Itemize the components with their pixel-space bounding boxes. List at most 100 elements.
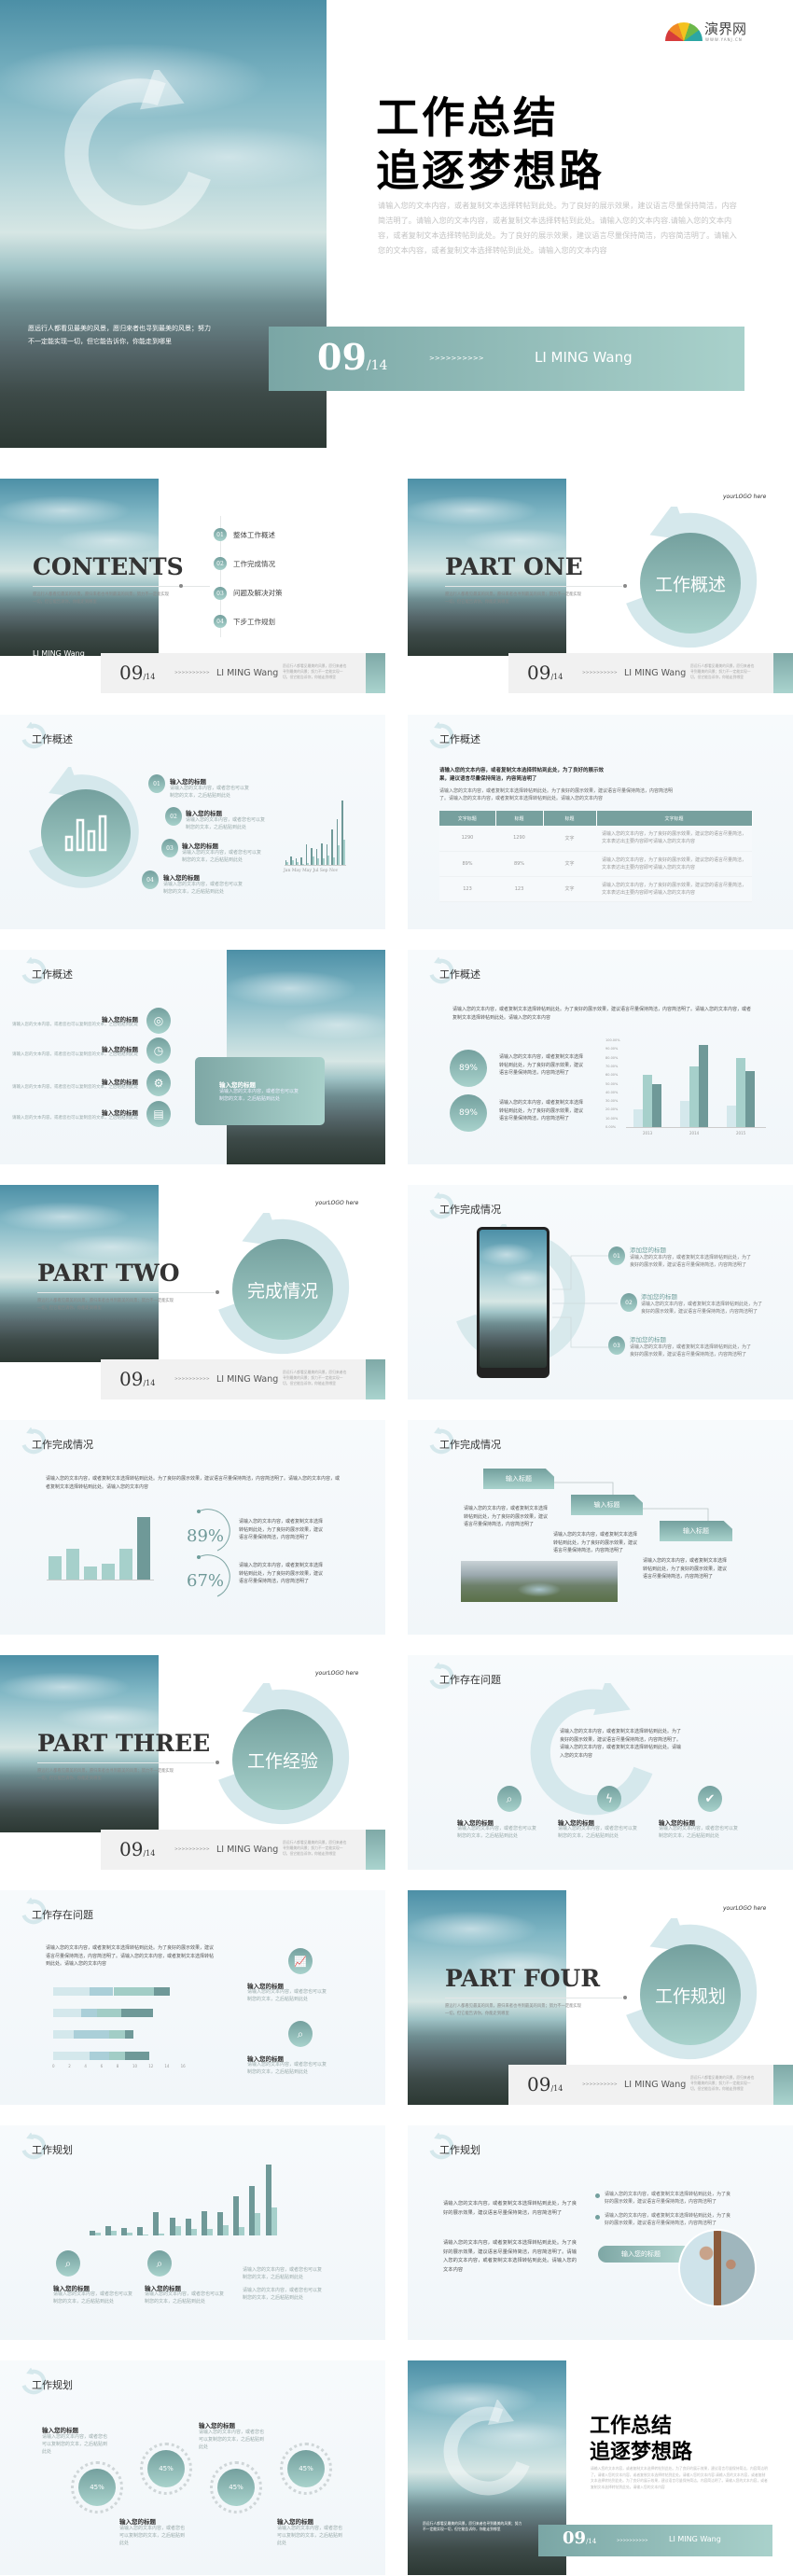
problems-slide-2: 工作存在问题 请输入您的文本内容，或者复制文本选择转帖到此处。为了良好的展示效果…	[0, 1890, 385, 2105]
check-icon: ✔	[698, 1786, 722, 1812]
bar	[736, 1057, 745, 1127]
slide-title: 工作完成情况	[439, 1439, 501, 1451]
user-search-icon: ⌕	[56, 2250, 80, 2277]
section-slide-part-four: yourLOGO here 工作规划 PART FOUR 愿远行人都看见最美的风…	[408, 1890, 793, 2105]
section-circle: 工作规划	[640, 1944, 741, 2045]
slide-title: 工作规划	[439, 2144, 480, 2156]
completion-slide-2: 工作完成情况 请输入您的文本内容，或者复制文本选择转帖到此处。为了良好的展示效果…	[0, 1420, 385, 1635]
bar-light	[239, 2226, 245, 2235]
bar-segment	[113, 1987, 154, 1996]
connector-lines	[552, 1255, 618, 1348]
footer-band: 09/14 >>>>>>>>>> LI MING Wang 愿远行人都看见最美的风景，…	[101, 653, 385, 693]
slide-title: 工作规划	[32, 2379, 73, 2391]
slide-title: 工作完成情况	[32, 1439, 93, 1451]
bar-light	[159, 2233, 165, 2235]
divider-dot	[179, 584, 183, 588]
x-tick-label: 2	[68, 2064, 71, 2068]
bar-light	[317, 858, 320, 865]
contents-slide: CONTENTS 愿远行人都看见最美的风景，愿归来者也寻到最美的风景；努力不一定…	[0, 479, 385, 693]
section-circle: 完成情况	[232, 1239, 333, 1340]
flow-step[interactable]: 输入标题	[571, 1495, 643, 1515]
divider-dot	[216, 1290, 219, 1294]
footer-band: 09/14 >>>>>>>>>> LI MING Wang 愿远行人都看见最美的风景，…	[508, 653, 793, 693]
slide-title: 工作概述	[32, 968, 73, 981]
overview-slide-1: 工作概述 01 输入您的标题 请输入您的文本内容，或者您也可以复制您的文本，之后粘贴…	[0, 715, 385, 929]
y-tick-label: 40.00%	[605, 1090, 619, 1094]
body-text: 请输入您的文本内容，或者复制文本选择转帖到此处。为了良好的展示效果，建议语言尽量…	[452, 1007, 752, 1021]
bar-segment	[109, 2030, 126, 2039]
percent-circle: 45%	[217, 2469, 255, 2506]
bar-light	[127, 2232, 133, 2235]
x-tick-label: 10	[132, 2064, 138, 2068]
flow-step[interactable]: 输入标题	[483, 1469, 554, 1489]
section-title: PART TWO	[37, 1260, 180, 1287]
bar-light	[255, 2213, 261, 2235]
slide-title: 工作存在问题	[439, 1674, 501, 1686]
bar	[643, 1075, 652, 1127]
bar-light	[307, 863, 310, 865]
author-name: LI MING Wang	[33, 649, 85, 658]
closing-title-2: 追逐梦想路	[590, 2441, 693, 2464]
bar-chart	[88, 2163, 280, 2235]
percent-circle: 45%	[287, 2450, 325, 2487]
overview-slide-2: 工作概述 请输入您的文本内容，或者复制文本选择转帖到此处，为了良好的展示效果，建…	[408, 715, 793, 929]
completion-slide-3: 工作完成情况 输入标题 输入标题 输入标题 请输入您的文本内容，或者复制文本选择…	[408, 1420, 793, 1635]
bar-light	[297, 862, 299, 865]
x-tick-label: 0	[52, 2064, 55, 2068]
y-tick-label: 20.00%	[605, 1107, 619, 1112]
y-tick-label: 0.00%	[605, 1125, 617, 1129]
bullet	[595, 2193, 600, 2198]
grouped-bar-chart: 0.00% 10.00% 20.00% 30.00% 40.00% 50.00% 60.00…	[605, 1038, 766, 1138]
bar-light	[271, 2207, 277, 2235]
bar-segment	[53, 2030, 74, 2039]
user-search-icon: ⌕	[147, 2250, 172, 2277]
quote: 愿远行人都看见最美的风景，愿归来者也寻到最美的风景；努力不一定能实现一切，但它能…	[445, 592, 582, 605]
phone-screen	[480, 1230, 547, 1368]
bar-segment	[97, 2009, 122, 2017]
search-icon: ⌕	[497, 1786, 522, 1812]
percent-value: 67%	[187, 1571, 225, 1591]
x-tick-label: 6	[100, 2064, 104, 2068]
refresh-arrow-icon	[61, 70, 219, 238]
section-circle: 工作概述	[640, 533, 741, 634]
divider-dot	[216, 1761, 219, 1764]
bar-light	[94, 2232, 101, 2235]
bar	[49, 1556, 62, 1580]
bar-dark	[153, 2212, 160, 2235]
quote: 愿远行人都看见最美的风景，愿归来者也寻到最美的风景；努力不一定能实现一切，但它能…	[33, 592, 170, 605]
bar-light	[322, 858, 325, 865]
bar-segment	[53, 2052, 90, 2060]
bar-segment	[121, 2009, 154, 2017]
lightning-icon: ϟ	[597, 1786, 621, 1812]
bar-light	[223, 2224, 230, 2235]
bar	[689, 1065, 699, 1127]
bar-segment	[153, 1987, 170, 1996]
bar-light	[110, 2230, 117, 2235]
cover-slide: 愿远行人都看见最美的风景，愿归来者也寻到最美的风景；努力不一定能实现一切，但它能…	[0, 0, 793, 448]
title-pill[interactable]: 输入您的标题	[598, 2246, 691, 2263]
bar-light	[190, 2228, 197, 2235]
bar-light	[174, 2225, 181, 2235]
bar-segment	[125, 2030, 133, 2039]
growth-chart-icon: 📈	[288, 1948, 313, 1974]
bar-light	[301, 864, 304, 865]
lead-text: 请输入您的文本内容，或者复制文本选择转帖到此处，为了良好的展示效果，建议语言尽量…	[439, 768, 605, 782]
section-title: PART FOUR	[445, 1965, 601, 1992]
bar	[727, 1105, 736, 1127]
overview-slide-4: 工作概述 请输入您的文本内容，或者复制文本选择转帖到此处。为了良好的展示效果，建…	[408, 950, 793, 1164]
data-table: 文字标题 标题 标题 文字标题 1290 1290 文字 请输入您的文本内容，为了良好的展示…	[439, 811, 753, 902]
cover-band: 09/14 >>>>>>>>>> LI MING Wang	[269, 327, 744, 391]
bar	[699, 1044, 708, 1127]
bar-segment	[73, 2030, 110, 2039]
section-title: PART THREE	[37, 1730, 211, 1757]
cover-quote: 愿远行人都看见最美的风景，愿归来者也寻到最美的风景；努力不一定能实现一切，但它能…	[28, 325, 211, 345]
x-tick-label: 2013	[643, 1131, 653, 1135]
flow-step[interactable]: 输入标题	[660, 1521, 732, 1541]
cover-title-2: 追逐梦想路	[376, 146, 605, 196]
bar-light	[291, 860, 294, 865]
overview-slide-3: 工作概述 输入您的标题 请输入您的文本内容，或者您也可以复制您的文本，之后粘贴到此…	[0, 950, 385, 1164]
mini-bar-chart	[285, 799, 346, 866]
y-tick-label: 10.00%	[605, 1116, 619, 1121]
bar	[66, 1548, 79, 1580]
bar	[633, 1109, 643, 1127]
